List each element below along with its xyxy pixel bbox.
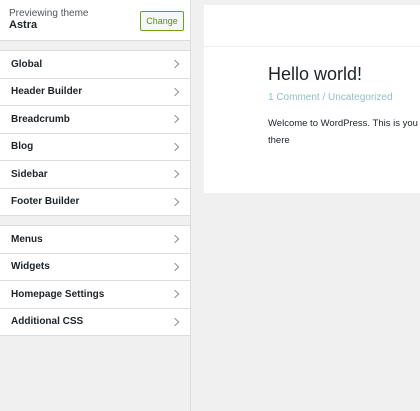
panel-label: Global bbox=[11, 58, 43, 70]
panel-footer-builder[interactable]: Footer Builder bbox=[0, 189, 190, 216]
panel-blog[interactable]: Blog bbox=[0, 134, 190, 161]
theme-header: Previewing theme Astra Change bbox=[0, 0, 190, 41]
chevron-right-icon bbox=[170, 142, 180, 151]
panel-widgets[interactable]: Widgets bbox=[0, 254, 190, 281]
post-card: Hello world! 1 Comment / Uncategorized W… bbox=[204, 5, 420, 193]
panel-header-builder[interactable]: Header Builder bbox=[0, 79, 190, 106]
site-preview: Hello world! 1 Comment / Uncategorized W… bbox=[191, 0, 420, 411]
panel-label: Header Builder bbox=[11, 86, 83, 98]
panel-additional-css[interactable]: Additional CSS bbox=[0, 309, 190, 336]
theme-name: Astra bbox=[9, 19, 38, 31]
chevron-right-icon bbox=[170, 60, 180, 69]
panel-label: Widgets bbox=[11, 261, 50, 273]
chevron-right-icon bbox=[170, 317, 180, 326]
previewing-theme-label: Previewing theme bbox=[9, 8, 89, 19]
panel-label: Blog bbox=[11, 141, 34, 153]
panel-breadcrumb[interactable]: Breadcrumb bbox=[0, 106, 190, 134]
change-theme-button[interactable]: Change bbox=[140, 11, 184, 31]
chevron-right-icon bbox=[170, 262, 180, 271]
panel-label: Footer Builder bbox=[11, 196, 80, 208]
panel-label: Additional CSS bbox=[11, 316, 84, 328]
chevron-right-icon bbox=[170, 235, 180, 244]
panel-label: Breadcrumb bbox=[11, 113, 70, 125]
post-excerpt: Welcome to WordPress. This is you there bbox=[268, 118, 418, 146]
chevron-right-icon bbox=[170, 115, 180, 124]
panel-label: Sidebar bbox=[11, 168, 48, 180]
chevron-right-icon bbox=[170, 87, 180, 96]
panel-label: Menus bbox=[11, 233, 43, 245]
chevron-right-icon bbox=[170, 197, 180, 206]
post-meta[interactable]: 1 Comment / Uncategorized bbox=[268, 92, 393, 103]
customizer-sidebar: Previewing theme Astra Change Global Hea… bbox=[0, 0, 191, 411]
chevron-right-icon bbox=[170, 290, 180, 299]
post-title[interactable]: Hello world! bbox=[268, 64, 362, 85]
customizer-section-site: Menus Widgets Homepage Settings Addition… bbox=[0, 225, 190, 336]
panel-label: Homepage Settings bbox=[11, 288, 105, 300]
divider bbox=[204, 46, 420, 47]
panel-global[interactable]: Global bbox=[0, 51, 190, 79]
panel-homepage-settings[interactable]: Homepage Settings bbox=[0, 281, 190, 309]
customizer-section-theme: Global Header Builder Breadcrumb Blog Si… bbox=[0, 50, 190, 216]
chevron-right-icon bbox=[170, 170, 180, 179]
panel-sidebar[interactable]: Sidebar bbox=[0, 161, 190, 189]
panel-menus[interactable]: Menus bbox=[0, 226, 190, 254]
